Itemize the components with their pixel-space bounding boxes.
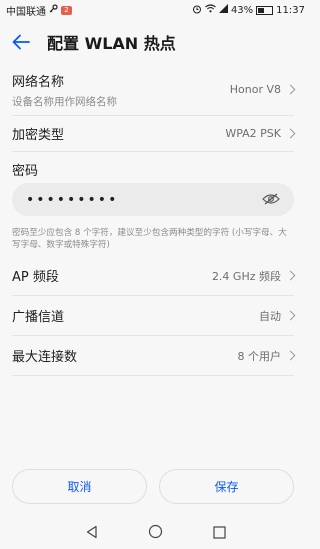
back-button[interactable] (7, 28, 35, 56)
network-name-row[interactable]: 网络名称 设备名称用作网络名称 Honor V8 (12, 64, 296, 116)
back-arrow-icon (12, 34, 30, 50)
chevron-right-icon (285, 270, 296, 281)
band-value: 2.4 GHz 频段 (211, 269, 281, 283)
nav-home-icon[interactable] (148, 524, 163, 543)
band-label: AP 频段 (12, 270, 59, 285)
max-connections-row[interactable]: 最大连接数 8 个用户 (12, 336, 296, 376)
alarm-icon (192, 4, 202, 17)
max-connections-label: 最大连接数 (12, 350, 78, 365)
max-connections-value: 8 个用户 (237, 349, 282, 363)
password-field[interactable]: ••••••••• (12, 183, 294, 216)
password-hint: 密码至少应包含 8 个字符，建议至少包含两种类型的字符 (小写字母、大写字母、数… (12, 228, 287, 250)
app-bar: 配置 WLAN 热点 (0, 20, 311, 64)
network-name-label: 网络名称 (12, 74, 65, 90)
page-title: 配置 WLAN 热点 (47, 34, 176, 53)
channel-label: 广播信道 (12, 310, 65, 325)
channel-value: 自动 (259, 309, 281, 323)
navigation-bar (0, 517, 311, 549)
password-value: ••••••••• (26, 191, 119, 208)
chevron-right-icon (285, 310, 296, 321)
network-name-value: Honor V8 (229, 83, 281, 96)
key-icon (49, 4, 58, 16)
nav-back-icon[interactable] (85, 524, 99, 543)
notification-badge: 2 (61, 5, 72, 15)
chevron-right-icon (285, 128, 296, 139)
chevron-right-icon (285, 350, 296, 361)
network-name-sub: 设备名称用作网络名称 (12, 95, 117, 108)
eye-off-icon[interactable] (262, 190, 280, 209)
battery-icon (256, 5, 274, 15)
status-bar: 中国联通 2 43% 11:37 (0, 0, 311, 20)
password-label: 密码 (12, 164, 39, 179)
chevron-right-icon (285, 84, 296, 95)
cancel-button[interactable]: 取消 (12, 469, 147, 504)
wifi-icon (205, 4, 216, 16)
carrier-label: 中国联通 (6, 6, 46, 18)
clock: 11:37 (276, 4, 305, 16)
channel-row[interactable]: 广播信道 自动 (12, 296, 296, 336)
save-button[interactable]: 保存 (159, 469, 294, 504)
encryption-row[interactable]: 加密类型 WPA2 PSK (12, 116, 296, 152)
encryption-label: 加密类型 (12, 128, 65, 143)
encryption-value: WPA2 PSK (225, 127, 281, 140)
band-row[interactable]: AP 频段 2.4 GHz 频段 (12, 256, 296, 296)
signal-icon (218, 4, 228, 16)
battery-percent: 43% (230, 4, 254, 16)
nav-recents-icon[interactable] (213, 524, 226, 543)
